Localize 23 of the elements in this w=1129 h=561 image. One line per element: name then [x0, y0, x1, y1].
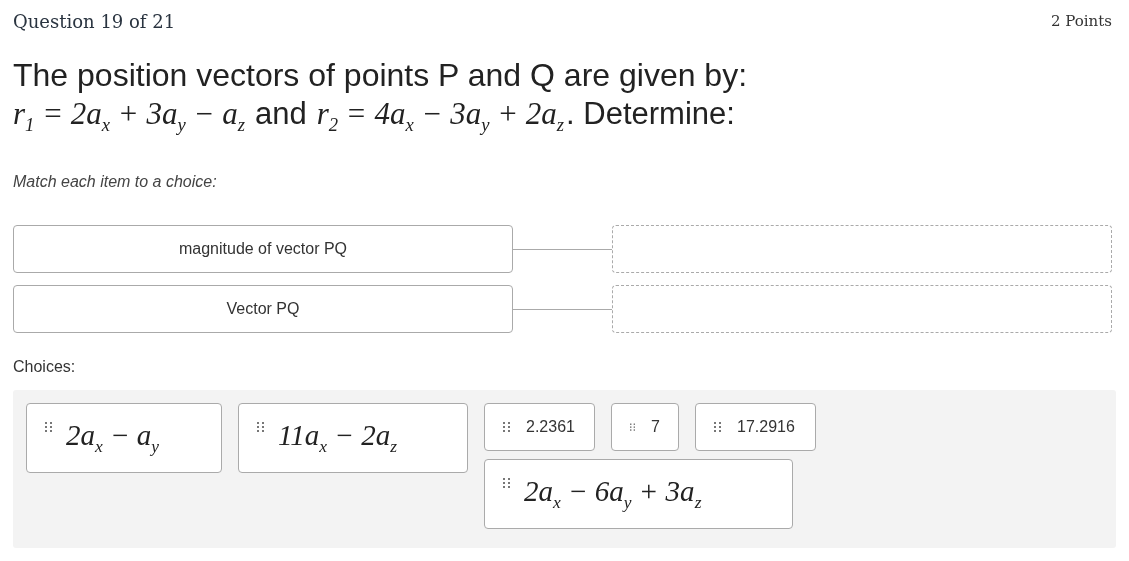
question-number: Question 19 of 21	[13, 10, 176, 32]
drag-handle-icon[interactable]	[630, 421, 636, 433]
instruction-text: Match each item to a choice:	[13, 173, 218, 192]
choice-chip[interactable]: 17.2916	[695, 403, 816, 452]
drag-handle-icon[interactable]	[257, 422, 264, 434]
match-item: Vector PQ	[13, 285, 513, 334]
choice-chip[interactable]: 2a$_{x}$ − 6a$_{y}$ + 3a$_{z}$	[484, 459, 793, 530]
drag-handle-icon[interactable]	[503, 478, 510, 490]
choices-label: Choices:	[13, 358, 77, 377]
equation: r$_{1}$ = 2a$_{x}$ + 3a$_{y}$ − a$_{z}$	[13, 95, 245, 138]
drag-handle-icon[interactable]	[503, 421, 510, 433]
points-label: 2 Points	[1051, 12, 1112, 30]
equation: r$_{2}$ = 4a$_{x}$ − 3a$_{y}$ + 2a$_{z}$	[316, 95, 565, 138]
drag-handle-icon[interactable]	[714, 421, 721, 433]
choice-chip[interactable]: 2.2361	[484, 403, 595, 452]
choice-chip[interactable]: 2a$_{x}$ − a$_{y}$	[26, 403, 222, 474]
question-text: . Determine:	[566, 95, 735, 133]
drag-handle-icon[interactable]	[45, 422, 52, 434]
match-item: magnitude of vector PQ	[13, 225, 513, 274]
question-text: and	[254, 95, 307, 133]
choice-chip[interactable]: 7	[611, 403, 679, 452]
question-text: The position vectors of points P and Q are given by:	[13, 56, 749, 94]
choice-chip[interactable]: 11a$_{x}$ − 2a$_{z}$	[238, 403, 468, 474]
